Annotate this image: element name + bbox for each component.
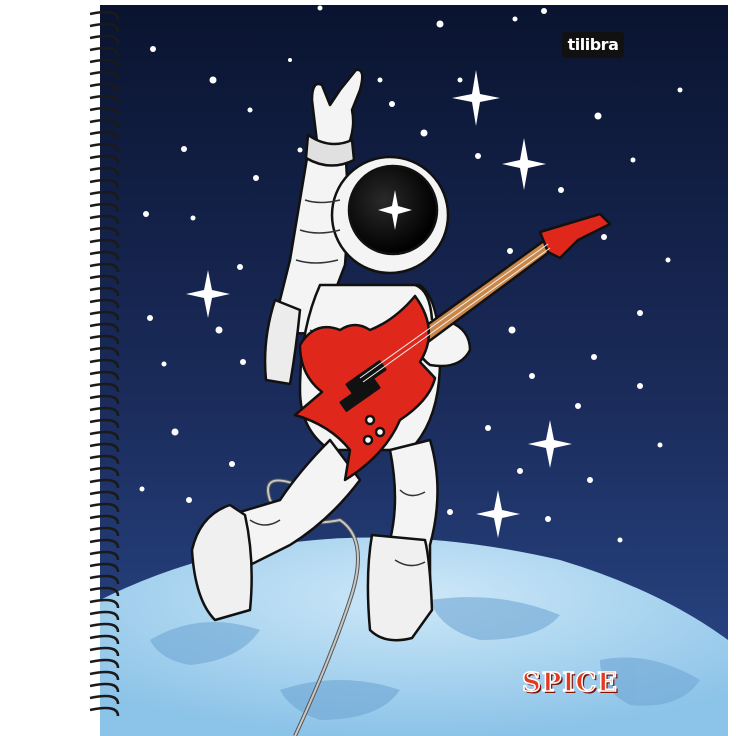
- notebook-cover: tilibra SPICE: [0, 0, 736, 736]
- brand-logo: tilibra: [562, 32, 624, 58]
- cover-illustration: [89, 5, 728, 736]
- right-boot: [366, 533, 434, 642]
- product-line-title: SPICE: [521, 667, 618, 699]
